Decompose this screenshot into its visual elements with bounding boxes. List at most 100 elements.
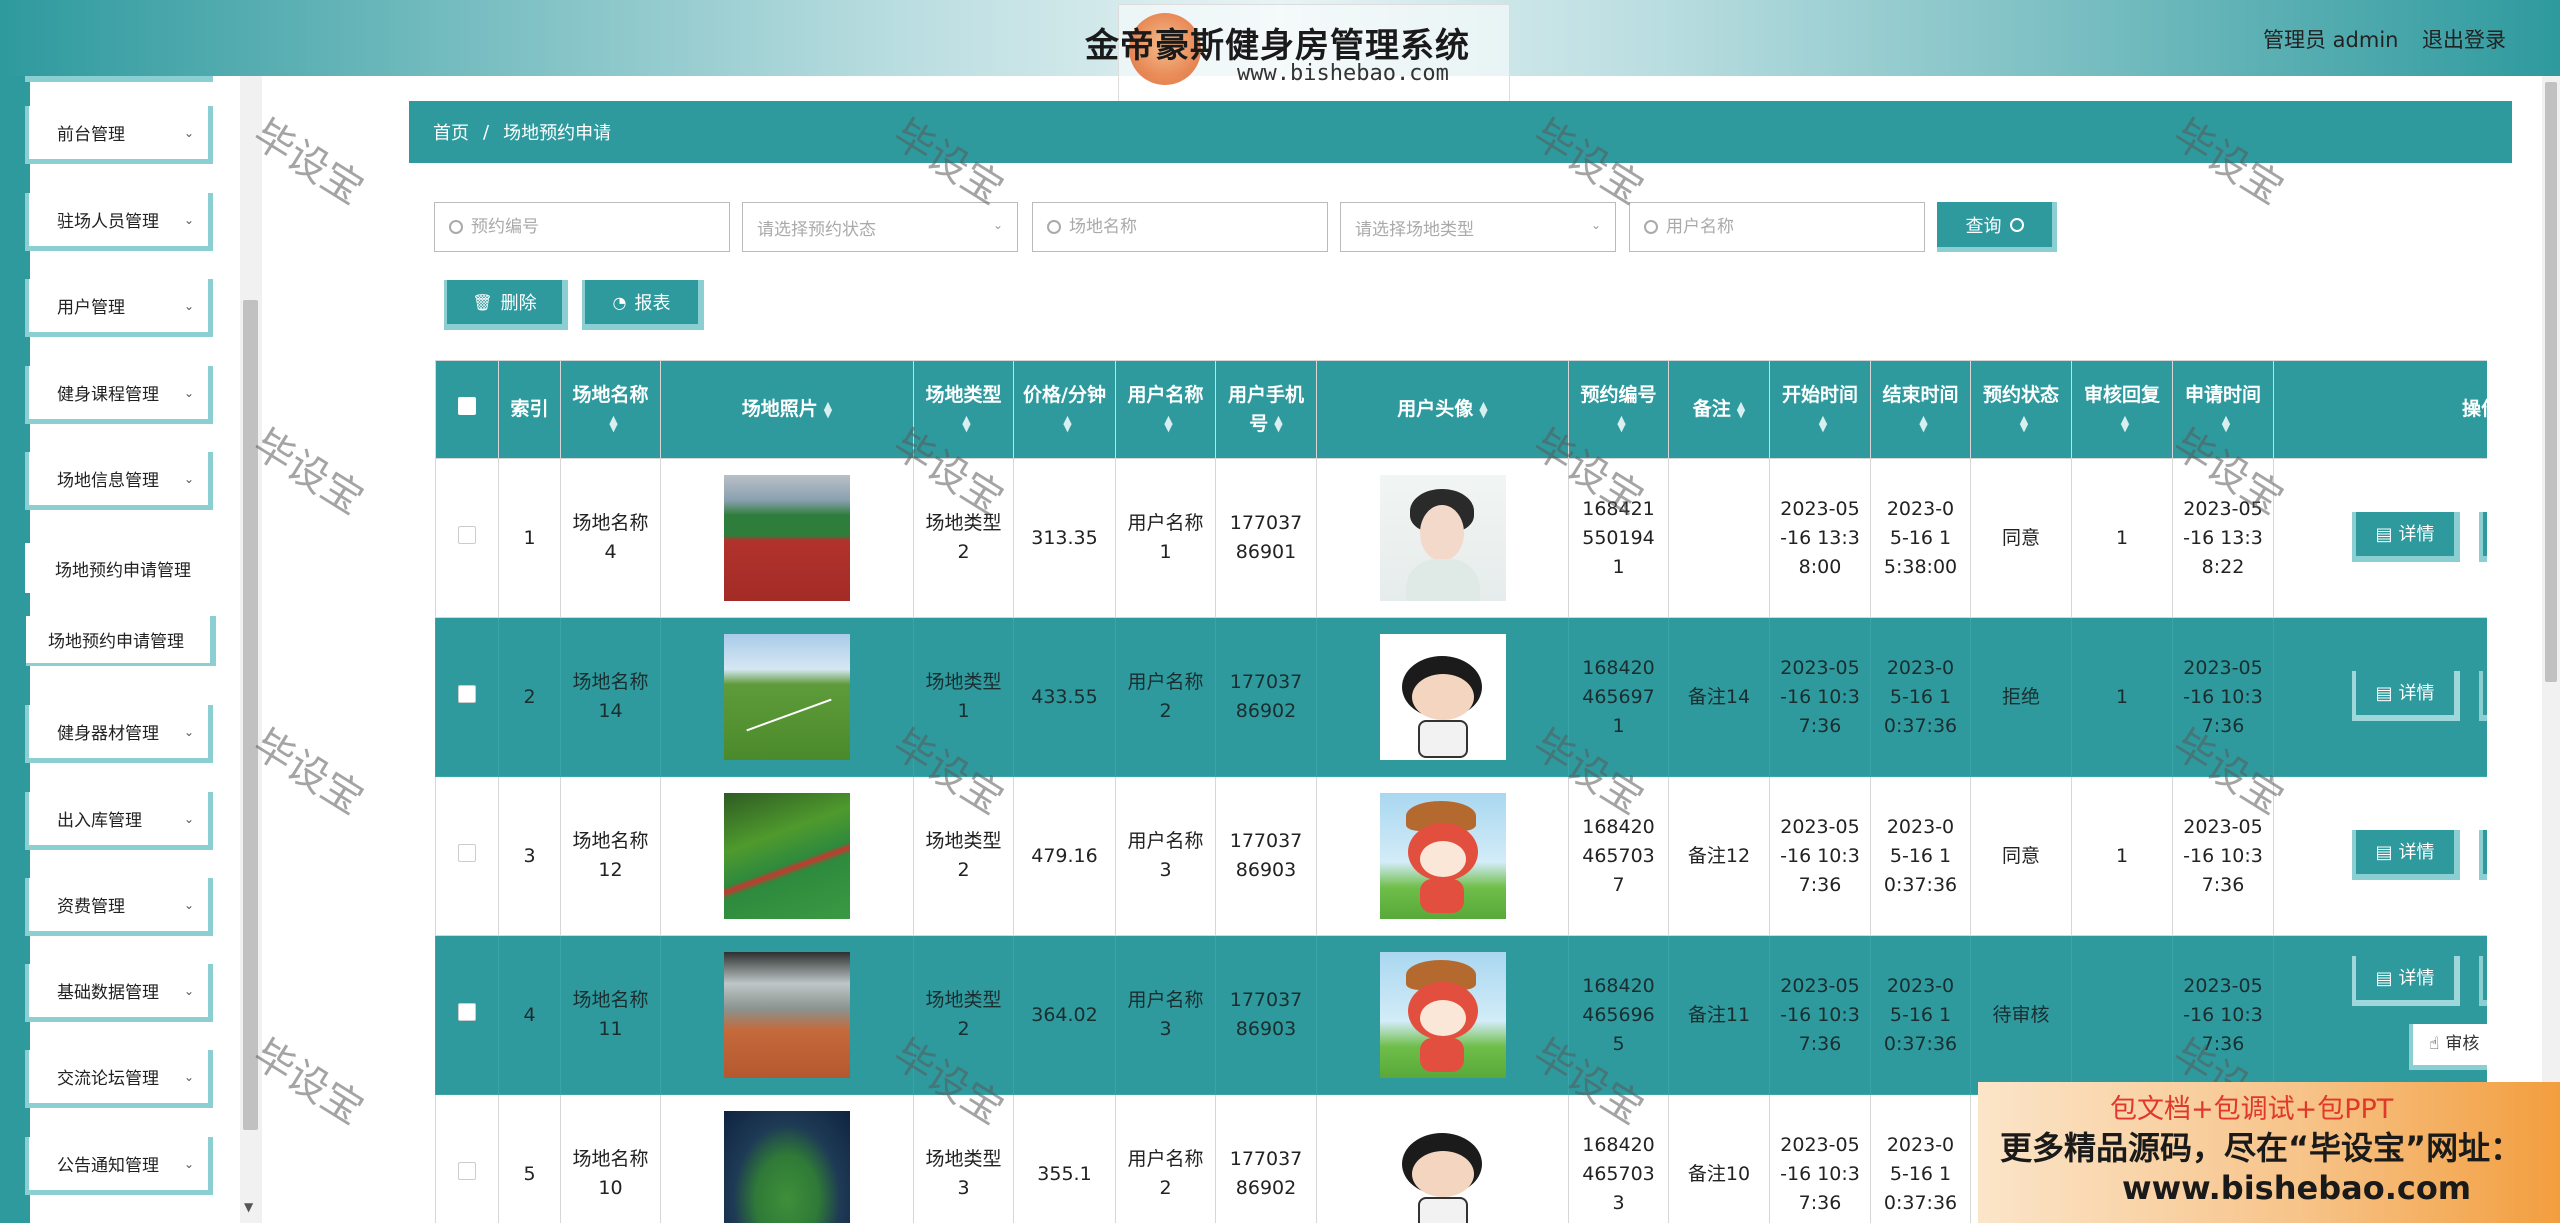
col-status[interactable]: 预约状态 ▲ ▼ <box>1970 360 2072 459</box>
sidebar-item-staff[interactable]: 驻场人员管理 ⌄ <box>25 193 213 251</box>
col-booking-no[interactable]: 预约编号 ▲ ▼ <box>1568 360 1669 459</box>
venue-photo-image[interactable] <box>724 475 850 601</box>
logout-link[interactable]: 退出登录 <box>2422 24 2506 54</box>
col-user-name[interactable]: 用户名称 ▲ ▼ <box>1115 360 1216 459</box>
user-avatar-image[interactable] <box>1379 634 1506 760</box>
venue-type-select[interactable]: 请选择场地类型 ⌄ <box>1340 202 1616 252</box>
sidebar-item-front-desk[interactable]: 前台管理 ⌄ <box>25 106 213 164</box>
delete-button[interactable]: 🗑 删除 <box>444 280 568 330</box>
booking-no-input[interactable] <box>471 217 691 237</box>
detail-button[interactable]: ▤ 详情 <box>2352 671 2460 721</box>
sidebar-item-courses[interactable]: 健身课程管理 ⌄ <box>25 366 213 424</box>
cell-status: 同意 <box>1970 776 2072 936</box>
cell-phone: 17703786902 <box>1215 1094 1317 1223</box>
col-apply-time[interactable]: 申请时间 ▲ ▼ <box>2172 360 2274 459</box>
report-button[interactable]: ◔ 报表 <box>582 280 704 330</box>
cell-end-time: 2023-05-16 10:37:36 <box>1870 1094 1971 1223</box>
sidebar-item-equipment[interactable]: 健身器材管理 ⌄ <box>25 705 213 763</box>
user-avatar-image[interactable] <box>1379 793 1506 919</box>
more-action-button[interactable] <box>2479 512 2487 562</box>
sort-icon[interactable]: ▲ ▼ <box>2121 414 2129 433</box>
sidebar-item-label: 健身课程管理 <box>57 385 159 405</box>
sidebar-item-forum[interactable]: 交流论坛管理 ⌄ <box>25 1050 213 1108</box>
sidebar-scroll-thumb[interactable] <box>243 300 258 1130</box>
breadcrumb-home[interactable]: 首页 <box>433 119 469 145</box>
sort-icon[interactable]: ▲ ▼ <box>1063 414 1071 433</box>
sidebar-item-venues[interactable]: 场地信息管理 ⌄ <box>25 452 213 510</box>
col-remark[interactable]: 备注 ▲ ▼ <box>1668 360 1770 459</box>
venue-photo-image[interactable] <box>724 1111 850 1223</box>
sort-icon[interactable]: ▲ ▼ <box>609 414 617 433</box>
sidebar-item-base-data[interactable]: 基础数据管理 ⌄ <box>25 964 213 1022</box>
sidebar-item-notices[interactable]: 公告通知管理 ⌄ <box>25 1137 213 1195</box>
scroll-down-arrow-icon[interactable]: ▼ <box>244 1200 253 1214</box>
col-start-time[interactable]: 开始时间 ▲ ▼ <box>1769 360 1871 459</box>
select-all-checkbox[interactable] <box>458 397 476 415</box>
col-end-time[interactable]: 结束时间 ▲ ▼ <box>1870 360 1971 459</box>
sidebar-item-inventory[interactable]: 出入库管理 ⌄ <box>25 792 213 850</box>
chevron-down-icon: ⌄ <box>183 1070 194 1084</box>
col-apply-time-label: 申请时间 <box>2184 383 2261 406</box>
row-checkbox[interactable] <box>458 843 476 862</box>
col-review[interactable]: 审核回复 ▲ ▼ <box>2071 360 2173 459</box>
sort-icon[interactable]: ▲ ▼ <box>1617 414 1625 433</box>
row-checkbox[interactable] <box>458 684 476 703</box>
sort-icon[interactable]: ▲ ▼ <box>962 414 970 433</box>
cell-venue-type: 场地类型2 <box>913 935 1014 1095</box>
sidebar-item-users[interactable]: 用户管理 ⌄ <box>25 279 213 337</box>
booking-no-search-field[interactable] <box>434 202 730 252</box>
more-action-button[interactable] <box>2479 830 2487 880</box>
row-checkbox[interactable] <box>458 1002 476 1021</box>
row-checkbox[interactable] <box>458 1161 476 1180</box>
user-name-search-field[interactable] <box>1629 202 1925 252</box>
venue-photo-image[interactable] <box>724 952 850 1078</box>
venue-photo-image[interactable] <box>724 634 850 760</box>
page-scroll-thumb[interactable] <box>2545 82 2557 682</box>
promo-banner[interactable]: 包文档+包调试+包PPT 更多精品源码，尽在“毕设宝”网址： www.bishe… <box>1978 1082 2560 1223</box>
more-action-button[interactable] <box>2479 671 2487 721</box>
cell-remark: 备注14 <box>1668 617 1770 777</box>
query-button[interactable]: 查询 <box>1937 202 2057 252</box>
sidebar-subitem-booking-active[interactable]: 场地预约申请管理 <box>26 616 216 666</box>
sort-icon[interactable]: ▲ ▼ <box>2020 414 2028 433</box>
cell-phone: 17703786903 <box>1215 935 1317 1095</box>
user-avatar-image[interactable] <box>1379 1111 1506 1223</box>
col-venue-photo[interactable]: 场地照片 ▲ ▼ <box>660 360 914 459</box>
venue-name-input[interactable] <box>1069 217 1289 237</box>
breadcrumb: 首页 / 场地预约申请 <box>409 101 2512 163</box>
venue-photo-image[interactable] <box>724 793 850 919</box>
sidebar-item-booking-group[interactable]: 场地预约申请管理 <box>25 543 213 593</box>
more-action-button[interactable] <box>2479 956 2487 1006</box>
col-venue-type[interactable]: 场地类型 ▲ ▼ <box>913 360 1014 459</box>
user-avatar-image[interactable] <box>1379 475 1506 601</box>
col-avatar[interactable]: 用户头像 ▲ ▼ <box>1316 360 1569 459</box>
col-phone[interactable]: 用户手机号 ▲ ▼ <box>1215 360 1317 459</box>
sort-icon[interactable]: ▲ ▼ <box>1737 400 1745 419</box>
sort-icon[interactable]: ▲ ▼ <box>1164 414 1172 433</box>
venue-name-search-field[interactable] <box>1032 202 1328 252</box>
sort-icon[interactable]: ▲ ▼ <box>1919 414 1927 433</box>
admin-label: 管理员 admin <box>2263 28 2399 52</box>
chevron-down-icon: ⌄ <box>183 898 194 912</box>
sort-icon[interactable]: ▲ ▼ <box>1479 400 1487 419</box>
detail-button[interactable]: ▤ 详情 <box>2352 512 2460 562</box>
sort-icon[interactable]: ▲ ▼ <box>824 400 832 419</box>
sort-icon[interactable]: ▲ ▼ <box>2222 414 2230 433</box>
sidebar-item-label: 公告通知管理 <box>57 1156 159 1176</box>
review-button[interactable]: ☝ 审核 <box>2409 1024 2487 1070</box>
detail-button[interactable]: ▤ 详情 <box>2352 830 2460 880</box>
cell-start-time: 2023-05-16 10:37:36 <box>1769 935 1871 1095</box>
doc-icon: ▤ <box>2375 967 2393 989</box>
row-checkbox[interactable] <box>458 525 476 544</box>
detail-button[interactable]: ▤ 详情 <box>2352 956 2460 1006</box>
col-price[interactable]: 价格/分钟 ▲ ▼ <box>1013 360 1116 459</box>
col-phone-label: 用户手机号 <box>1227 383 1304 435</box>
user-name-input[interactable] <box>1666 217 1886 237</box>
detail-button-label: 详情 <box>2398 967 2435 989</box>
booking-status-select[interactable]: 请选择预约状态 ⌄ <box>742 202 1018 252</box>
sort-icon[interactable]: ▲ ▼ <box>1819 414 1827 433</box>
sort-icon[interactable]: ▲ ▼ <box>1274 414 1282 433</box>
col-venue-name[interactable]: 场地名称 ▲ ▼ <box>560 360 661 459</box>
user-avatar-image[interactable] <box>1379 952 1506 1078</box>
sidebar-item-fees[interactable]: 资费管理 ⌄ <box>25 878 213 936</box>
